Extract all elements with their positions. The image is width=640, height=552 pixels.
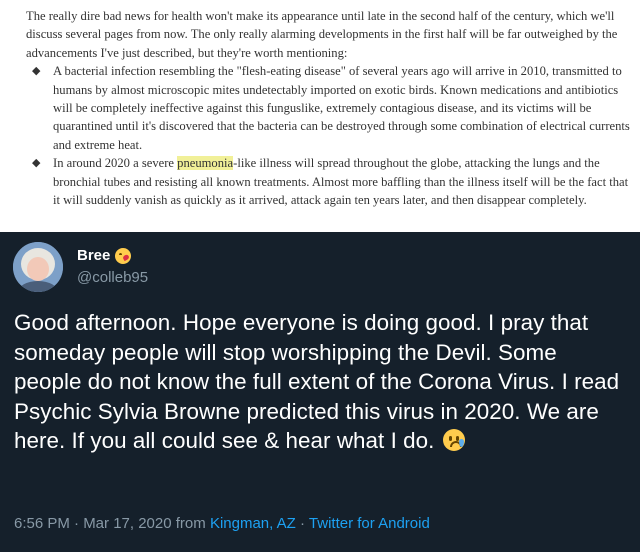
bullet-diamond-icon: ◆ — [32, 157, 41, 170]
excerpt-bullet-text-start: In around 2020 a severe — [53, 156, 178, 171]
excerpt-bullet-item: ◆ In around 2020 a severe pneumonia-like… — [32, 154, 630, 209]
tweet-text: Good afternoon. Hope everyone is doing g… — [14, 308, 629, 456]
from-label: from — [175, 515, 206, 532]
bullet-diamond-icon: ◆ — [32, 65, 41, 78]
location-link[interactable]: Kingman, AZ — [210, 515, 296, 532]
meta-separator: · — [300, 515, 305, 532]
user-handle[interactable]: @colleb95 — [77, 269, 148, 286]
excerpt-bullet-list: ◆ A bacterial infection resembling the "… — [26, 62, 630, 209]
face-blowing-kiss-icon — [115, 247, 132, 264]
excerpt-bullet-item: ◆ A bacterial infection resembling the "… — [32, 62, 630, 154]
highlighted-word: pneumonia — [177, 156, 234, 171]
tweet-timestamp[interactable]: 6:56 PM · Mar 17, 2020 — [14, 515, 172, 532]
crying-face-icon — [442, 429, 465, 452]
tweet-metadata: 6:56 PM · Mar 17, 2020 from Kingman, AZ … — [14, 515, 430, 532]
avatar[interactable] — [13, 242, 63, 292]
display-name-row[interactable]: Bree — [77, 247, 132, 264]
display-name[interactable]: Bree — [77, 247, 110, 264]
book-excerpt: The really dire bad news for health won'… — [0, 0, 640, 232]
tweet-body: Good afternoon. Hope everyone is doing g… — [14, 310, 620, 454]
avatar-photo — [13, 242, 63, 292]
source-link[interactable]: Twitter for Android — [309, 515, 430, 532]
excerpt-intro: The really dire bad news for health won'… — [26, 9, 618, 60]
tweet-card: Bree @colleb95 Good afternoon. Hope ever… — [0, 232, 640, 552]
excerpt-bullet-text: A bacterial infection resembling the "fl… — [53, 64, 630, 152]
